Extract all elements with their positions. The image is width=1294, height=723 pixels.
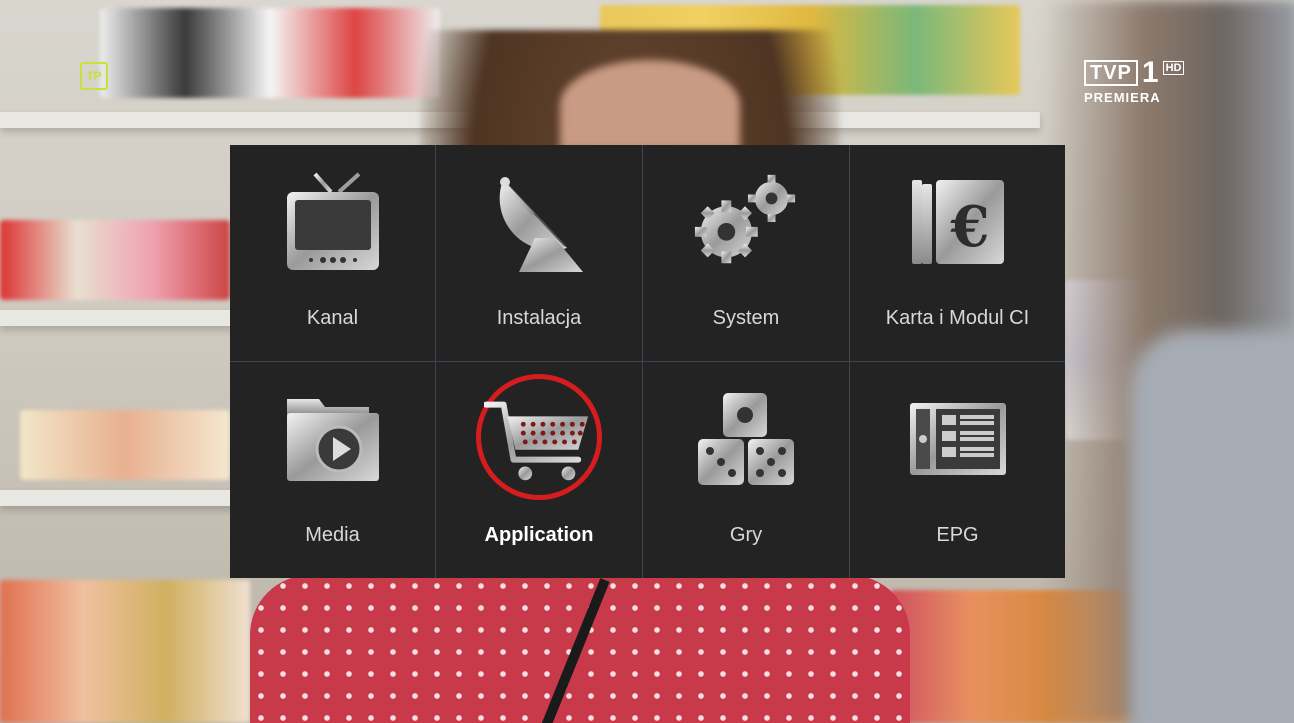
- menu-item-karta-i-modul-ci[interactable]: € Karta i Modul CI: [850, 145, 1065, 362]
- menu-item-gry[interactable]: Gry: [643, 362, 850, 578]
- tv-icon: [278, 167, 388, 277]
- epg-guide-icon: [903, 384, 1013, 494]
- menu-item-label: Kanal: [306, 307, 359, 329]
- menu-item-label: EPG: [936, 524, 979, 546]
- satellite-dish-icon: [484, 167, 594, 277]
- shelf: [0, 310, 240, 326]
- gears-icon: [691, 167, 801, 277]
- menu-item-label: Gry: [729, 524, 763, 546]
- main-menu: Kanal Instalacja System € Karta i Modul …: [230, 145, 1065, 578]
- svg-text:€: €: [949, 194, 989, 260]
- menu-item-application[interactable]: Application: [436, 362, 643, 578]
- shelf-goods: [0, 220, 230, 300]
- hd-badge: HD: [1162, 61, 1185, 75]
- shelf-goods: [20, 410, 230, 480]
- channel-subtitle: PREMIERA: [1084, 90, 1161, 105]
- shelf: [0, 490, 240, 506]
- menu-item-system[interactable]: System: [643, 145, 850, 362]
- menu-item-label: Instalacja: [496, 307, 582, 329]
- menu-item-label: Media: [305, 524, 360, 546]
- menu-item-epg[interactable]: EPG: [850, 362, 1065, 578]
- channel-corner-logo: TP: [80, 62, 108, 90]
- channel-logo-text: TVP: [1084, 60, 1138, 86]
- menu-item-label: Application: [484, 524, 594, 546]
- menu-item-label: System: [712, 307, 780, 329]
- shopping-cart-icon: [484, 384, 594, 494]
- channel-logo: TVP 1 HD PREMIERA: [1084, 56, 1185, 105]
- menu-item-media[interactable]: Media: [230, 362, 436, 578]
- foreground-shoulder: [1130, 330, 1294, 723]
- menu-item-label: Karta i Modul CI: [885, 307, 1030, 329]
- menu-item-kanal[interactable]: Kanal: [230, 145, 436, 362]
- menu-item-instalacja[interactable]: Instalacja: [436, 145, 643, 362]
- person-face: [560, 60, 740, 150]
- shelf-goods: [0, 580, 250, 723]
- channel-number: 1: [1141, 56, 1159, 89]
- shelf-goods: [100, 8, 440, 98]
- euro-card-icon: €: [903, 167, 1013, 277]
- media-folder-icon: [278, 384, 388, 494]
- dice-icon: [691, 384, 801, 494]
